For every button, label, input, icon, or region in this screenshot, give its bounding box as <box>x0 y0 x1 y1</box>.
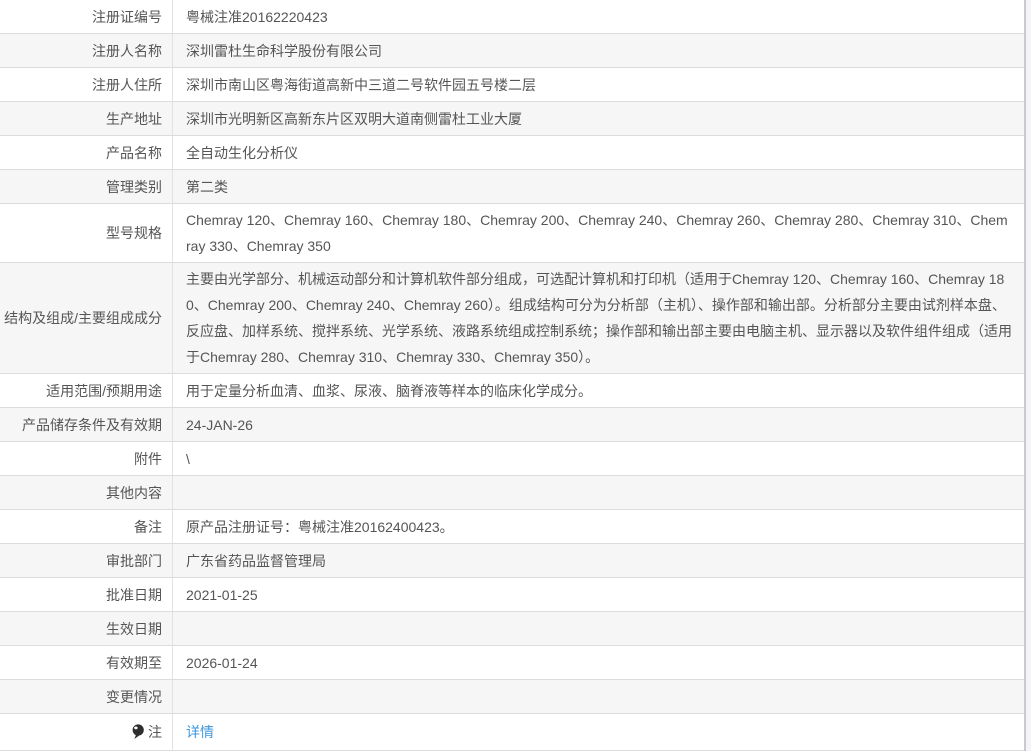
row-label: 备注 <box>0 510 173 543</box>
row-approval-date: 批准日期 2021-01-25 <box>0 578 1024 612</box>
row-label: 管理类别 <box>0 170 173 203</box>
row-value <box>173 612 1024 645</box>
row-value: 2026-01-24 <box>186 654 258 671</box>
row-attachment: 附件 \ <box>0 442 1024 476</box>
row-value: 用于定量分析血清、血浆、尿液、脑脊液等样本的临床化学成分。 <box>186 382 592 399</box>
row-other-content: 其他内容 <box>0 476 1024 510</box>
row-value: 2021-01-25 <box>186 586 258 603</box>
row-value: 原产品注册证号：粤械注准20162400423。 <box>186 518 454 535</box>
row-value: 广东省药品监督管理局 <box>186 552 326 569</box>
row-value: 深圳市光明新区高新东片区双明大道南侧雷杜工业大厦 <box>186 110 522 127</box>
row-effective-date: 生效日期 <box>0 612 1024 646</box>
row-label: 有效期至 <box>0 646 173 679</box>
row-product-name: 产品名称 全自动生化分析仪 <box>0 136 1024 170</box>
row-value: Chemray 120、Chemray 160、Chemray 180、Chem… <box>186 212 1008 254</box>
row-value: \ <box>186 450 190 467</box>
row-production-address: 生产地址 深圳市光明新区高新东片区双明大道南侧雷杜工业大厦 <box>0 102 1024 136</box>
row-value: 主要由光学部分、机械运动部分和计算机软件部分组成，可选配计算机和打印机（适用于C… <box>186 271 1012 365</box>
row-label: 变更情况 <box>0 680 173 713</box>
row-registrant-address: 注册人住所 深圳市南山区粤海街道高新中三道二号软件园五号楼二层 <box>0 68 1024 102</box>
row-label: 其他内容 <box>0 476 173 509</box>
row-intended-use: 适用范围/预期用途 用于定量分析血清、血浆、尿液、脑脊液等样本的临床化学成分。 <box>0 374 1024 408</box>
row-label: 适用范围/预期用途 <box>0 374 173 407</box>
row-value <box>173 476 1024 509</box>
row-cert-number: 注册证编号 粤械注准20162220423 <box>0 0 1024 34</box>
row-label: 附件 <box>0 442 173 475</box>
row-registrant-name: 注册人名称 深圳雷杜生命科学股份有限公司 <box>0 34 1024 68</box>
row-label: 型号规格 <box>0 204 173 262</box>
row-label: 注册人名称 <box>0 34 173 67</box>
row-remarks: 备注 原产品注册证号：粤械注准20162400423。 <box>0 510 1024 544</box>
row-label: 生产地址 <box>0 102 173 135</box>
row-model-spec: 型号规格 Chemray 120、Chemray 160、Chemray 180… <box>0 204 1024 263</box>
row-label: 审批部门 <box>0 544 173 577</box>
row-value: 全自动生化分析仪 <box>186 144 298 161</box>
row-storage-validity: 产品储存条件及有效期 24-JAN-26 <box>0 408 1024 442</box>
row-label: 结构及组成/主要组成成分 <box>0 263 173 373</box>
row-value: 第二类 <box>186 178 228 195</box>
row-value: 详情 <box>173 714 1024 750</box>
details-link[interactable]: 详情 <box>186 719 214 745</box>
tip-icon <box>132 724 144 739</box>
row-value <box>173 680 1024 713</box>
row-label: 批准日期 <box>0 578 173 611</box>
row-value: 深圳雷杜生命科学股份有限公司 <box>186 42 382 59</box>
row-value: 深圳市南山区粤海街道高新中三道二号软件园五号楼二层 <box>186 76 536 93</box>
row-label: 注 <box>0 714 173 750</box>
row-change-status: 变更情况 <box>0 680 1024 714</box>
row-value: 24-JAN-26 <box>186 416 253 433</box>
row-expiry-date: 有效期至 2026-01-24 <box>0 646 1024 680</box>
row-approval-department: 审批部门 广东省药品监督管理局 <box>0 544 1024 578</box>
row-structure-composition: 结构及组成/主要组成成分 主要由光学部分、机械运动部分和计算机软件部分组成，可选… <box>0 263 1024 374</box>
registration-info-table: 注册证编号 粤械注准20162220423 注册人名称 深圳雷杜生命科学股份有限… <box>0 0 1026 751</box>
row-value: 粤械注准20162220423 <box>186 8 328 25</box>
row-note: 注 详情 <box>0 714 1024 751</box>
row-label: 产品储存条件及有效期 <box>0 408 173 441</box>
row-label: 注册证编号 <box>0 0 173 33</box>
row-label: 注册人住所 <box>0 68 173 101</box>
row-management-class: 管理类别 第二类 <box>0 170 1024 204</box>
row-label: 产品名称 <box>0 136 173 169</box>
row-label: 生效日期 <box>0 612 173 645</box>
